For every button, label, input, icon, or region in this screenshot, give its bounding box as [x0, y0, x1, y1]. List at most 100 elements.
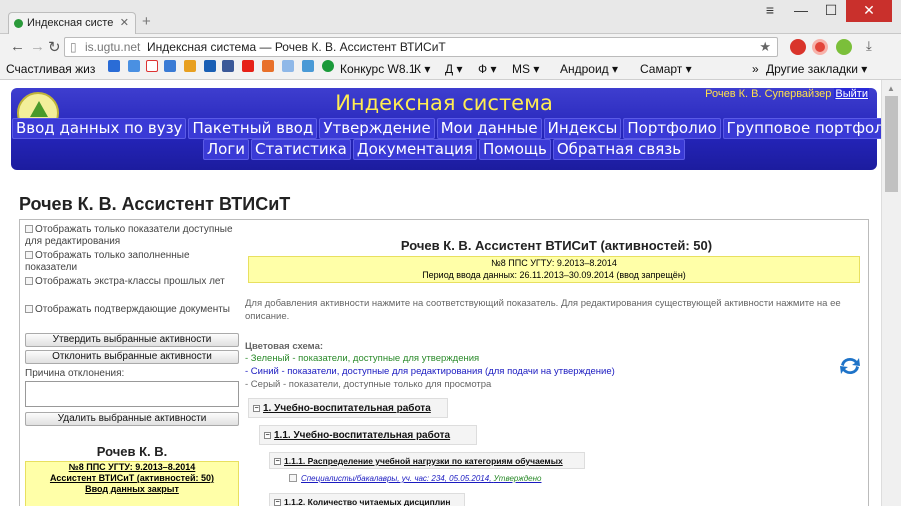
- activity-item[interactable]: Специалисты/бакалавры, уч. час: 234, 05.…: [289, 474, 541, 483]
- delete-selected-button[interactable]: Удалить выбранные активности: [25, 412, 239, 426]
- nav-item-my-data[interactable]: Мои данные: [436, 118, 542, 139]
- menu-icon[interactable]: ≡: [756, 0, 784, 22]
- nav-item-portfolio[interactable]: Портфолио: [623, 118, 721, 139]
- bookmark-item-2[interactable]: К ▾: [414, 60, 430, 78]
- color-scheme-title: Цветовая схема:: [245, 341, 324, 352]
- bookmark-icon[interactable]: [282, 60, 294, 72]
- activities-panel: Рочев К. В. Ассистент ВТИСиТ (активносте…: [245, 220, 868, 506]
- nav-item-documentation[interactable]: Документация: [352, 139, 477, 160]
- reject-reason-input[interactable]: [25, 381, 239, 407]
- bookmark-icon[interactable]: [204, 60, 216, 72]
- bookmark-icon[interactable]: [108, 60, 120, 72]
- approve-selected-button[interactable]: Утвердить выбранные активности: [25, 333, 239, 347]
- scheme-gray: - Серый - показатели, доступные только д…: [245, 379, 492, 390]
- nav-item-logs[interactable]: Логи: [202, 139, 249, 160]
- collapse-icon[interactable]: −: [274, 499, 281, 506]
- nav-item-feedback[interactable]: Обратная связь: [552, 139, 686, 160]
- bookmark-icon[interactable]: [184, 60, 196, 72]
- period-panel: №8 ППС УГТУ: 9.2013–8.2014 Период ввода …: [248, 256, 860, 283]
- adblock-icon[interactable]: [790, 39, 806, 55]
- activity-checkbox[interactable]: [289, 474, 297, 482]
- current-user: Рочев К. В. Супервайзер: [705, 88, 832, 100]
- bookmark-star-icon[interactable]: ★: [759, 38, 771, 56]
- reject-selected-button[interactable]: Отклонить выбранные активности: [25, 350, 239, 364]
- bookmarks-more-icon[interactable]: »: [752, 60, 759, 78]
- main-nav-row-2: Логи Статистика Документация Помощь Обратная…: [11, 139, 877, 160]
- nav-item-input-by-university[interactable]: Ввод данных по вузу: [12, 118, 187, 139]
- bookmark-icon[interactable]: [322, 60, 334, 72]
- filter-editable-checkbox[interactable]: Отображать только показатели доступные д…: [25, 224, 239, 248]
- activities-title: Рочев К. В. Ассистент ВТИСиТ (активносте…: [400, 238, 713, 253]
- logout-link[interactable]: Выйти: [834, 88, 869, 100]
- refresh-icon[interactable]: [838, 355, 862, 377]
- browser-tab[interactable]: Индексная систе ✕: [8, 12, 136, 34]
- filter-extra-classes-checkbox[interactable]: Отображать экстра-классы прошлых лет: [25, 276, 239, 288]
- bookmark-icon[interactable]: [164, 60, 176, 72]
- collapse-icon[interactable]: −: [264, 432, 271, 439]
- tree-node-1-1[interactable]: −1.1. Учебно-воспитательная работа: [259, 425, 477, 445]
- bookmark-item-1[interactable]: Конкурс W8.1: [340, 60, 416, 78]
- user-ppc-link[interactable]: №8 ППС УГТУ: 9.2013–8.2014: [26, 462, 238, 473]
- bookmark-item-6[interactable]: Андроид ▾: [560, 60, 618, 78]
- bookmark-item-4[interactable]: Ф ▾: [478, 60, 496, 78]
- user-position-link[interactable]: Ассистент ВТИСиТ (активностей: 50): [26, 473, 238, 484]
- nav-item-statistics[interactable]: Статистика: [250, 139, 351, 160]
- scroll-up-icon[interactable]: ▲: [887, 84, 895, 93]
- page-content: ИС Индексная система Рочев К. В. Суперва…: [0, 80, 881, 506]
- filter-documents-checkbox[interactable]: Отображать подтверждающие документы: [25, 304, 239, 316]
- tree-node-1[interactable]: −1. Учебно-воспитательная работа: [248, 398, 448, 418]
- bookmark-icon[interactable]: [262, 60, 274, 72]
- period-input-dates: Период ввода данных: 26.11.2013–30.09.20…: [422, 270, 686, 280]
- bookmark-item-7[interactable]: Самарт ▾: [640, 60, 692, 78]
- reload-icon[interactable]: ↻: [48, 38, 61, 56]
- user-bar: Рочев К. В. Супервайзер Выйти: [705, 88, 869, 100]
- reject-reason-label: Причина отклонения:: [25, 368, 125, 379]
- yandex-icon[interactable]: [146, 60, 158, 72]
- nav-item-approval[interactable]: Утверждение: [319, 118, 435, 139]
- scroll-thumb[interactable]: [885, 96, 898, 192]
- opera-extension-icon[interactable]: [812, 39, 828, 55]
- browser-window: Индексная систе ✕ + ≡ — ☐ ✕ ← → ↻ ▯ is.u…: [0, 0, 901, 506]
- bookmark-item-0[interactable]: Счастливая жиз: [6, 60, 95, 78]
- address-bar[interactable]: ▯ is.ugtu.net Индексная система — Рочев …: [64, 37, 778, 57]
- bookmark-item-3[interactable]: Д ▾: [445, 60, 462, 78]
- period-ppc: №8 ППС УГТУ: 9.2013–8.2014: [491, 258, 617, 268]
- bookmark-icon[interactable]: [302, 60, 314, 72]
- scheme-green: - Зеленый - показатели, доступные для ут…: [245, 353, 480, 364]
- close-window-button[interactable]: ✕: [846, 0, 892, 22]
- user-name: Рочев К. В.: [96, 444, 168, 459]
- nav-item-help[interactable]: Помощь: [478, 139, 551, 160]
- tab-title: Индексная систе: [27, 17, 114, 29]
- bookmark-icon[interactable]: [128, 60, 140, 72]
- bookmark-item-5[interactable]: MS ▾: [512, 60, 539, 78]
- url-host: is.ugtu.net: [85, 40, 141, 54]
- nav-item-group-portfolio[interactable]: Групповое портфолио: [722, 118, 881, 139]
- activities-container: Отображать только показатели доступные д…: [19, 219, 869, 506]
- facebook-icon[interactable]: [222, 60, 234, 72]
- tab-close-icon[interactable]: ✕: [120, 13, 129, 33]
- download-icon[interactable]: ⤓: [866, 38, 872, 54]
- new-tab-button[interactable]: +: [142, 13, 151, 30]
- url-title: Индексная система — Рочев К. В. Ассистен…: [147, 40, 446, 54]
- bookmarks-bar: Счастливая жиз Конкурс W8.1 К ▾ Д ▾ Ф ▾ …: [0, 60, 901, 80]
- minimize-button[interactable]: —: [786, 0, 816, 22]
- tree-node-1-1-1[interactable]: −1.1.1. Распределение учебной нагрузки п…: [269, 452, 585, 469]
- input-closed-link[interactable]: Ввод данных закрыт: [26, 484, 238, 495]
- nav-item-batch-input[interactable]: Пакетный ввод: [188, 118, 318, 139]
- other-bookmarks[interactable]: Другие закладки ▾: [766, 60, 867, 78]
- youtube-icon[interactable]: [242, 60, 254, 72]
- page-title: Рочев К. В. Ассистент ВТИСиТ: [19, 194, 291, 214]
- maximize-button[interactable]: ☐: [816, 0, 846, 22]
- user-info-panel: №8 ППС УГТУ: 9.2013–8.2014 Ассистент ВТИ…: [25, 461, 239, 506]
- filter-filled-checkbox[interactable]: Отображать только заполненные показатели: [25, 250, 239, 274]
- collapse-icon[interactable]: −: [253, 405, 260, 412]
- scheme-blue: - Синий - показатели, доступные для реда…: [245, 366, 615, 377]
- extension-icon[interactable]: [836, 39, 852, 55]
- back-icon[interactable]: ←: [10, 38, 25, 55]
- tree-node-1-1-2[interactable]: −1.1.2. Количество читаемых дисциплин: [269, 493, 465, 506]
- address-toolbar: ← → ↻ ▯ is.ugtu.net Индексная система — …: [0, 34, 901, 60]
- page-scrollbar[interactable]: ▲: [881, 80, 901, 506]
- forward-icon[interactable]: →: [30, 38, 45, 55]
- collapse-icon[interactable]: −: [274, 458, 281, 465]
- nav-item-indexes[interactable]: Индексы: [543, 118, 622, 139]
